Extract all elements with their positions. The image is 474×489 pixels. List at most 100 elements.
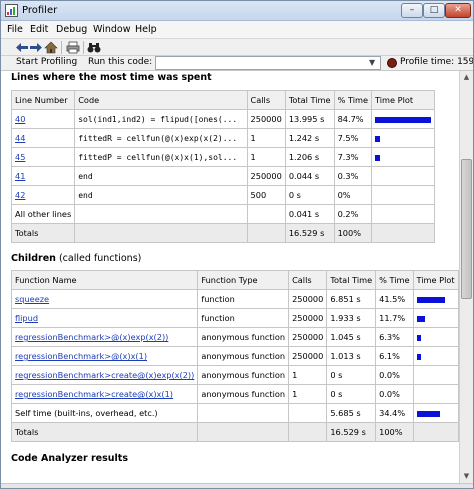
menu-edit[interactable]: Edit (30, 24, 48, 35)
time-plot-bar (416, 410, 440, 417)
percent-time-cell-text: 34.4% (379, 408, 406, 418)
function-type-cell-text: function (201, 294, 235, 304)
profile-time-label: Profile time: 159 sec (400, 57, 474, 67)
total-time-cell-text: 1.045 s (330, 332, 361, 342)
children-heading-rest: (called functions) (55, 253, 142, 264)
forward-arrow-icon[interactable] (29, 41, 43, 54)
line-number-link-text[interactable]: 42 (15, 190, 25, 200)
code-cell-text: end (78, 171, 93, 181)
time-plot-cell (412, 346, 459, 366)
line-number-link-text[interactable]: 41 (15, 171, 25, 181)
line-number-link[interactable]: 44 (10, 128, 76, 148)
empty-cell (246, 223, 286, 243)
function-name-link[interactable]: regressionBenchmark>create@(x)exp(x(2)) (10, 365, 199, 385)
calls-cell: 1 (246, 128, 286, 148)
total-time-cell-text: 0.041 s (288, 209, 320, 219)
back-arrow-icon[interactable] (15, 41, 29, 54)
function-name-link[interactable]: flipud (10, 308, 199, 328)
table-row: 41 end 250000 0.044 s 0.3% (10, 166, 435, 186)
total-time-cell-text: 0 s (288, 190, 301, 200)
menu-window[interactable]: Window (93, 24, 130, 35)
title-bar[interactable]: Profiler – □ ✕ (1, 1, 473, 21)
line-number-link[interactable]: 40 (10, 109, 76, 129)
menu-debug[interactable]: Debug (56, 24, 87, 35)
calls-cell-text: 250000 (292, 294, 324, 304)
function-name-link[interactable]: regressionBenchmark>@(x)x(1) (10, 346, 199, 366)
function-name-link-text[interactable]: regressionBenchmark>@(x)x(1) (15, 351, 147, 361)
time-plot-cell (371, 185, 435, 205)
home-icon[interactable] (44, 41, 58, 54)
code-cell: sol(ind1,ind2) = flipud([ones(... (74, 109, 248, 129)
line-number-link[interactable]: 45 (10, 147, 76, 167)
time-plot-bar (416, 296, 445, 303)
total-time-cell: 13.995 s (284, 109, 335, 129)
calls-cell (246, 204, 286, 224)
totals-pct: 100% (375, 422, 414, 442)
percent-time-cell: 0.2% (333, 204, 373, 224)
function-name-link-text[interactable]: regressionBenchmark>@(x)exp(x(2)) (15, 332, 168, 342)
scroll-up-icon[interactable]: ▲ (461, 72, 472, 83)
line-number-link-text[interactable]: 40 (15, 114, 25, 124)
start-profiling-button[interactable]: Start Profiling (16, 57, 77, 67)
time-plot-cell (412, 384, 459, 404)
minimize-button[interactable]: – (401, 3, 423, 18)
lines-table: Line Number Code Calls Total Time % Time… (10, 90, 435, 243)
percent-time-cell: 0.0% (375, 384, 414, 404)
scroll-down-icon[interactable]: ▼ (461, 471, 472, 482)
time-plot-bar (375, 135, 380, 142)
run-code-bar: Start Profiling Run this code: ▼ Profile… (1, 56, 473, 71)
print-icon[interactable] (66, 41, 80, 54)
calls-cell-text: 1 (292, 389, 298, 399)
time-plot-cell (412, 289, 459, 309)
scrollbar-thumb[interactable] (461, 159, 472, 299)
function-name-link-text[interactable]: squeeze (15, 294, 49, 304)
code-cell-text: sol(ind1,ind2) = flipud([ones(... (78, 114, 238, 124)
menu-file[interactable]: File (7, 24, 23, 35)
function-type-cell-text: anonymous function (201, 332, 286, 342)
table-row: regressionBenchmark>create@(x)exp(x(2)) a… (10, 365, 459, 385)
line-number-link-text[interactable]: 44 (15, 133, 25, 143)
function-name-link[interactable]: squeeze (10, 289, 199, 309)
chevron-down-icon[interactable]: ▼ (369, 58, 375, 67)
line-number-link[interactable]: 42 (10, 185, 76, 205)
percent-time-cell-text: 7.3% (337, 152, 359, 162)
function-name-link-text[interactable]: flipud (15, 313, 38, 323)
totals-label-text: Totals (15, 427, 39, 437)
function-name-link[interactable]: regressionBenchmark>@(x)exp(x(2)) (10, 327, 199, 347)
line-number-link-text[interactable]: 45 (15, 152, 25, 162)
code-cell: end (74, 166, 248, 186)
time-plot-cell (371, 147, 435, 167)
function-name-link[interactable]: regressionBenchmark>create@(x)x(1) (10, 384, 199, 404)
total-time-cell-text: 0 s (330, 389, 343, 399)
table-row: 44 fittedR = cellfun(@(x)exp(x(2)... 1 1.24… (10, 128, 435, 148)
totals-row: Totals 16.529 s 100% (10, 422, 459, 442)
empty-cell (371, 223, 435, 243)
column-header: Code (74, 90, 248, 110)
lines-section-heading: Lines where the most time was spent (11, 72, 212, 83)
vertical-scrollbar[interactable]: ▲ ▼ (459, 71, 473, 483)
function-name-link-text[interactable]: regressionBenchmark>create@(x)x(1) (15, 389, 173, 399)
time-plot-bar (416, 315, 425, 322)
close-button[interactable]: ✕ (445, 3, 471, 18)
time-plot-cell (412, 308, 459, 328)
line-number-link[interactable]: 41 (10, 166, 76, 186)
menu-help[interactable]: Help (135, 24, 157, 35)
total-time-cell-text: 0.044 s (288, 171, 320, 181)
percent-time-cell-text: 7.5% (337, 133, 359, 143)
maximize-button[interactable]: □ (423, 3, 445, 18)
function-type-cell-text: anonymous function (201, 389, 286, 399)
column-header: % Time (333, 90, 373, 110)
calls-cell: 250000 (246, 166, 286, 186)
binoculars-find-icon[interactable] (87, 41, 101, 54)
calls-cell: 1 (288, 365, 328, 385)
totals-time-text: 16.529 s (330, 427, 366, 437)
percent-time-cell: 6.3% (375, 327, 414, 347)
column-header: Calls (246, 90, 286, 110)
calls-cell-text: 500 (250, 190, 267, 200)
time-plot-cell (412, 365, 459, 385)
function-name-link-text[interactable]: regressionBenchmark>create@(x)exp(x(2)) (15, 370, 194, 380)
code-cell-text: end (78, 190, 93, 200)
run-code-input[interactable] (155, 56, 381, 70)
totals-label: Totals (10, 223, 76, 243)
function-type-cell-text: anonymous function (201, 370, 286, 380)
